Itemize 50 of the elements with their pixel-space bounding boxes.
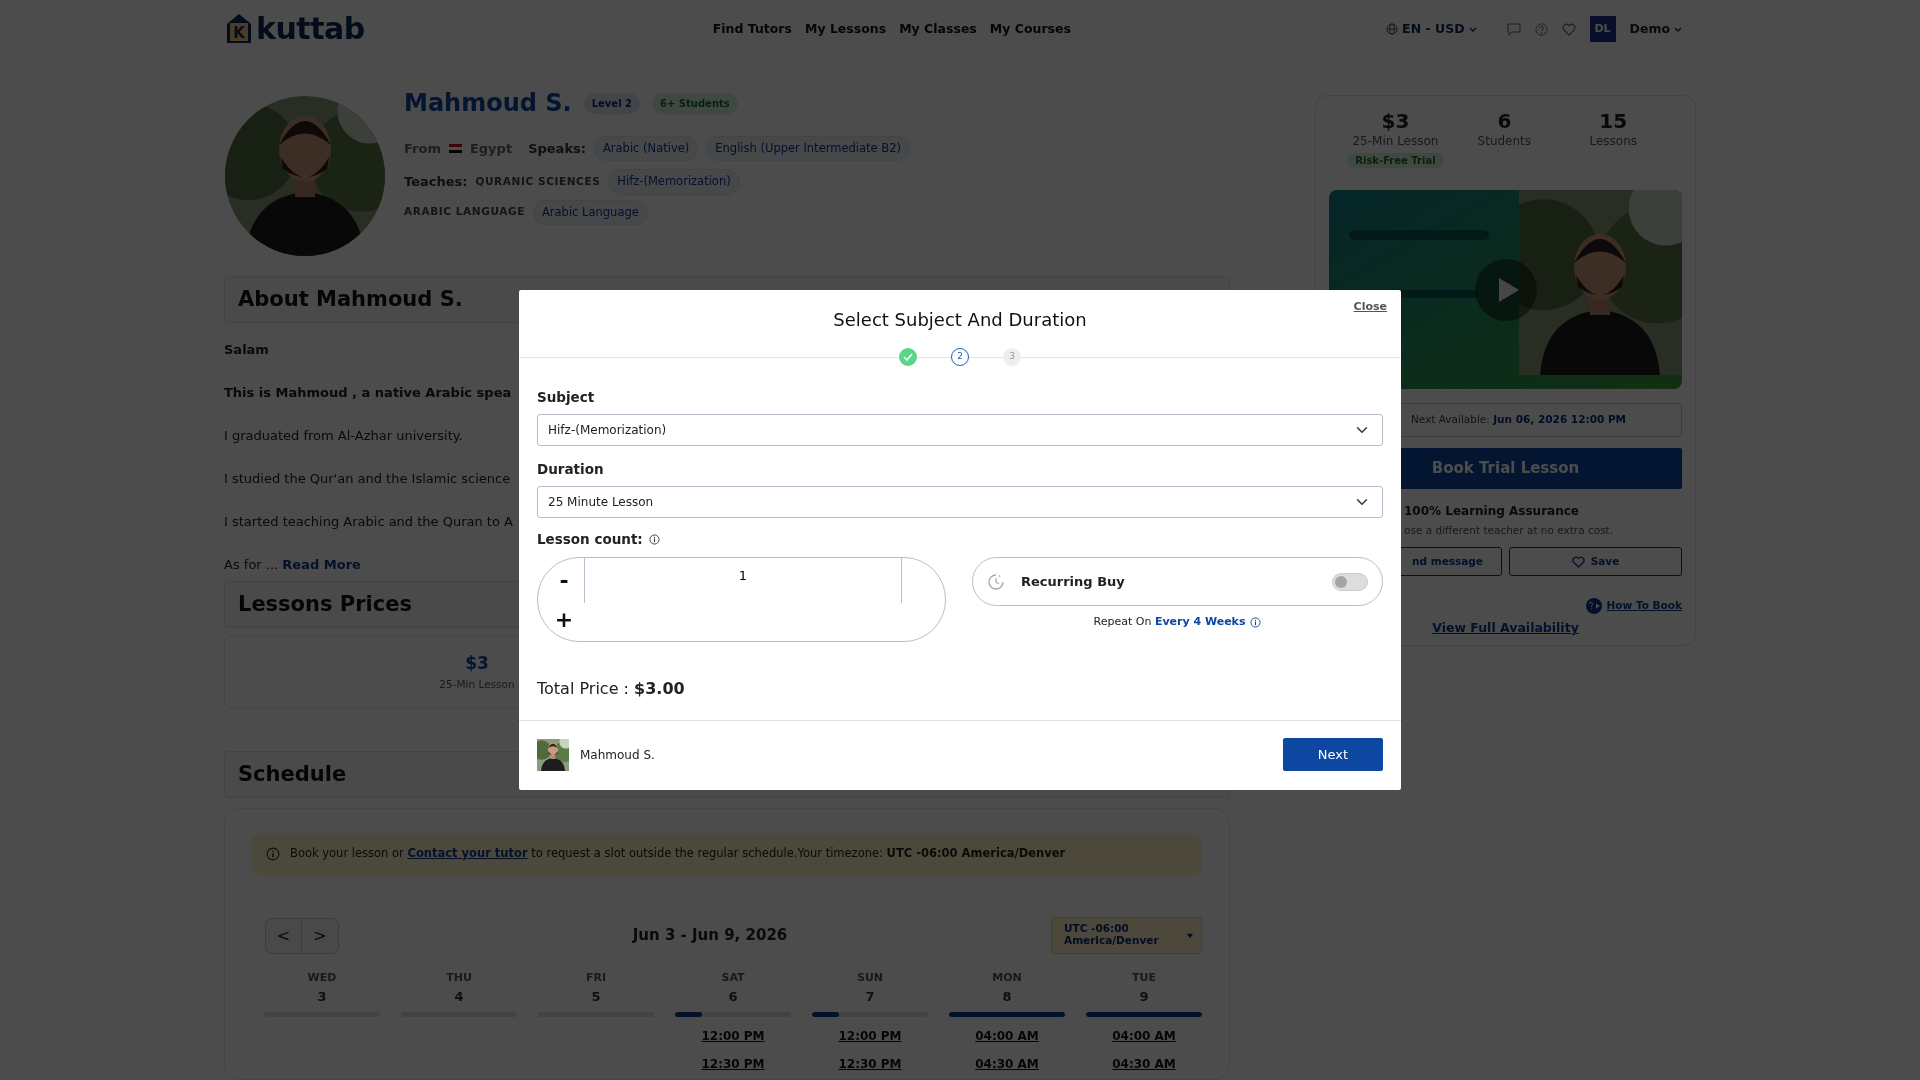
about-text: This is Mahmoud , a native Arabic spea — [224, 384, 512, 401]
day-date: 3 — [316, 987, 328, 1006]
info-icon — [648, 534, 660, 545]
subject-category: ARABIC LANGUAGE — [404, 204, 525, 220]
stat-value: 15 — [1598, 110, 1629, 132]
speaks-label: Speaks: — [528, 139, 586, 158]
logo-text: kuttab — [256, 14, 365, 44]
stat-value: 6 — [1496, 110, 1513, 132]
subject-select[interactable]: Hifz-(Memorization) — [537, 414, 1383, 446]
day-date: 9 — [1138, 987, 1150, 1006]
field-label: Lesson count: — [537, 531, 643, 548]
duration-select[interactable]: 25 Minute Lesson — [537, 486, 1383, 518]
notice-text: Book your lesson or Contact your tutor to request a slot outside the regular schedule.Your timezone: UTC -06:00 America/Denver — [290, 845, 1066, 863]
field-label: Subject — [537, 389, 596, 406]
step-indicator: 3 — [1003, 348, 1021, 366]
day-date: 7 — [864, 987, 876, 1006]
recurring-switch[interactable] — [1332, 572, 1368, 591]
day-date: 8 — [1001, 987, 1013, 1006]
nav-link[interactable]: My Classes — [899, 19, 977, 39]
contact-link[interactable]: Contact your tutor — [407, 846, 528, 861]
tutor-name: Mahmoud S. — [580, 746, 655, 764]
teaches-label: Teaches: — [404, 173, 468, 192]
total-price: Total Price : $3.00 — [537, 678, 686, 700]
read-more-link[interactable]: Read More — [282, 557, 361, 572]
price-value: $3 — [465, 652, 489, 676]
about-text: Salam — [224, 341, 269, 358]
stat-value: $3 — [1380, 110, 1411, 132]
day-date: 6 — [727, 987, 739, 1006]
tutor-name: Mahmoud S. — [404, 88, 572, 119]
info-icon — [1250, 616, 1262, 628]
about-text: As for ... Read More — [224, 556, 361, 573]
day-date: 5 — [590, 987, 602, 1006]
increase-button[interactable]: + — [552, 603, 576, 637]
field-label: Duration — [537, 461, 605, 478]
assurance-title: 100% Learning Assurance — [1403, 502, 1580, 520]
check-icon — [903, 353, 913, 361]
date-range: Jun 3 - Jun 9, 2026 — [632, 926, 788, 945]
step-indicator: 2 — [951, 348, 969, 366]
clock-icon — [987, 572, 1005, 591]
decrease-button[interactable]: - — [552, 558, 576, 603]
lesson-counter[interactable]: - 1 + — [537, 557, 946, 642]
recurring-label: Recurring Buy — [1021, 572, 1125, 591]
modal-title: Select Subject And Duration — [833, 308, 1087, 332]
close-link[interactable]: Close — [1353, 299, 1387, 316]
next-button[interactable]: Next — [1283, 738, 1383, 771]
subject-category: QURANIC SCIENCES — [475, 174, 601, 189]
count-input[interactable]: 1 — [584, 558, 902, 603]
day-date: 4 — [453, 987, 465, 1006]
availability-link[interactable]: View Full Availability — [1432, 620, 1579, 636]
repeat-text: Repeat On Every 4 Weeks — [1093, 614, 1246, 630]
